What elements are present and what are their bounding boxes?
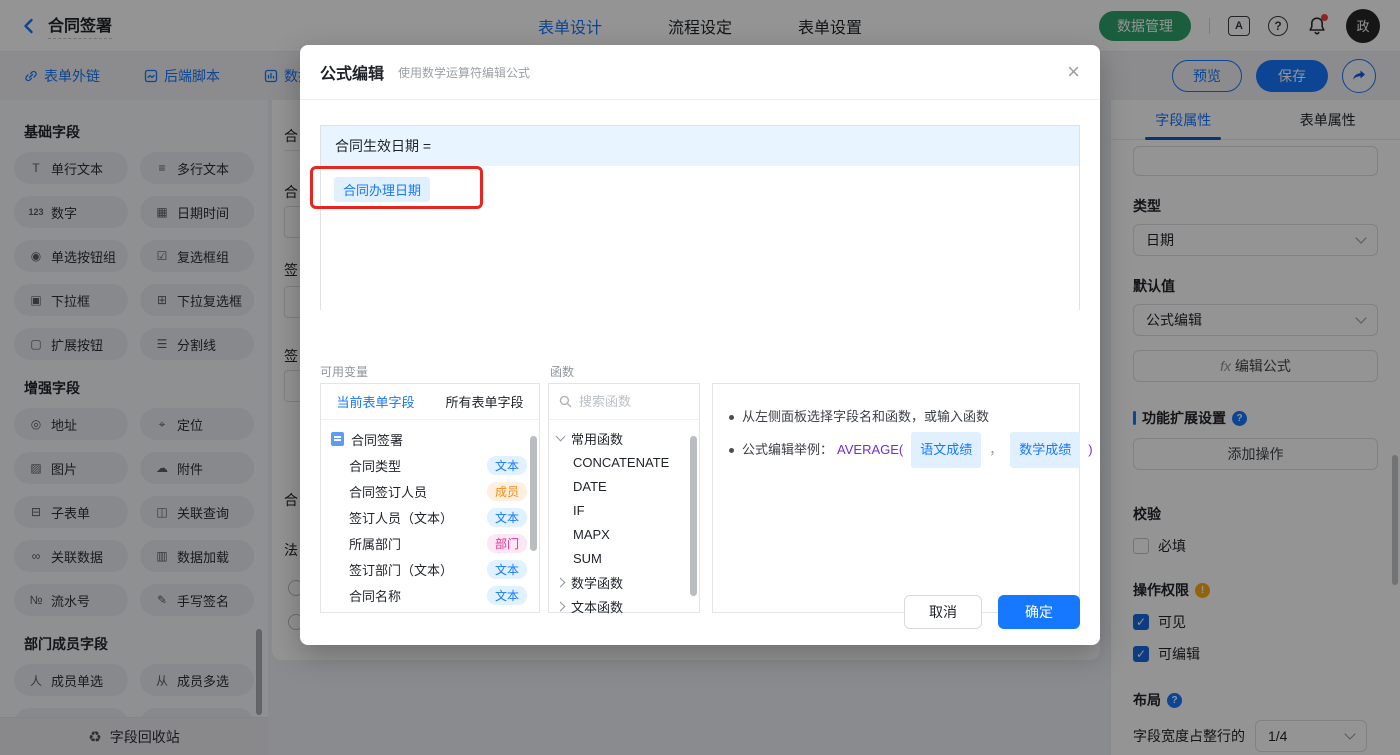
tab-all-form-fields[interactable]: 所有表单字段: [445, 392, 523, 411]
function-group-label: 文本函数: [571, 599, 624, 615]
variable-row[interactable]: 合同名称 文本: [321, 582, 539, 608]
cancel-button[interactable]: 取消: [904, 595, 982, 629]
form-doc-icon: [331, 432, 344, 446]
modal-title: 公式编辑: [320, 66, 385, 83]
variable-name: 合同签订人员: [349, 484, 428, 500]
type-badge: 文本: [486, 559, 527, 579]
variable-name: 签订人员（文本）: [349, 510, 454, 526]
example-chip: 语文成绩: [911, 432, 982, 468]
variables-tree: 合同签署 合同类型 文本 合同签订人员 成员 签订人员（文本） 文本 所属部门 部门 签…: [321, 420, 539, 614]
formula-variable-chip[interactable]: 合同办理日期: [334, 177, 431, 202]
hint-panel: 从左侧面板选择字段名和函数，或输入函数 公式编辑举例： AVERAGE( 语文成…: [712, 383, 1093, 613]
function-item-date[interactable]: DATE: [549, 474, 699, 498]
example-chip: 数学成绩: [1010, 432, 1081, 468]
tab-current-form-fields[interactable]: 当前表单字段: [336, 392, 414, 411]
tree-form-node[interactable]: 合同签署: [321, 426, 539, 452]
confirm-button[interactable]: 确定: [998, 595, 1080, 629]
type-badge: 部门: [486, 533, 527, 553]
variables-label: 可用变量: [320, 365, 369, 379]
functions-panel: 常用函数 CONCATENATE DATE IF MAPX SUM 数学函数 文…: [548, 383, 700, 615]
hint-example-prefix: 公式编辑举例：: [742, 442, 834, 457]
type-badge: 成员: [486, 481, 527, 501]
function-item-sum[interactable]: SUM: [549, 546, 699, 570]
modal-subtitle: 使用数学运算符编辑公式: [398, 65, 531, 80]
function-group-common[interactable]: 常用函数: [549, 426, 699, 450]
close-icon[interactable]: ×: [1067, 61, 1080, 83]
caret-down-icon: [555, 431, 566, 442]
functions-scrollbar-thumb[interactable]: [690, 436, 697, 596]
variable-name: 合同类型: [349, 458, 402, 474]
formula-editor-modal: 公式编辑 使用数学运算符编辑公式 × 合同生效日期 = 合同办理日期 可用变量 …: [300, 45, 1100, 645]
caret-right-icon: [555, 577, 566, 587]
functions-label: 函数: [550, 365, 575, 379]
modal-header: 公式编辑 使用数学运算符编辑公式 ×: [300, 45, 1100, 100]
example-comma: ，: [989, 442, 1003, 457]
function-item-mapx[interactable]: MAPX: [549, 522, 699, 546]
function-group-label: 数学函数: [571, 575, 624, 591]
variable-row[interactable]: 签订部门（文本） 文本: [321, 556, 539, 582]
function-tree: 常用函数 CONCATENATE DATE IF MAPX SUM 数学函数 文…: [549, 420, 699, 624]
variable-name: 合同名称: [349, 588, 402, 604]
variables-scrollbar-thumb[interactable]: [530, 436, 537, 551]
function-group-math[interactable]: 数学函数: [549, 570, 699, 594]
example-function-close: ): [1088, 442, 1093, 457]
variables-panel: 当前表单字段 所有表单字段 合同签署 合同类型 文本 合同签订人员 成员 签订人员（…: [320, 383, 540, 613]
function-item-concatenate[interactable]: CONCATENATE: [549, 450, 699, 474]
variables-tabs: 当前表单字段 所有表单字段: [321, 384, 539, 420]
search-icon: [559, 395, 572, 408]
bullet-icon: [729, 414, 734, 420]
variable-row[interactable]: 所属部门 部门: [321, 530, 539, 556]
variable-row[interactable]: 签订人员（文本） 文本: [321, 504, 539, 530]
formula-input-area[interactable]: 合同办理日期: [321, 166, 1079, 310]
variable-row[interactable]: 合同类型 文本: [321, 452, 539, 478]
app-root: 合同签署 表单设计 流程设定 表单设置 数据管理 A ? 政 表单外链 后端脚本…: [0, 0, 1400, 755]
function-group-label: 常用函数: [571, 431, 624, 447]
modal-footer: 取消 确定: [904, 595, 1080, 629]
variable-name: 所属部门: [349, 536, 402, 552]
caret-right-icon: [555, 601, 566, 611]
hint-text: 从左侧面板选择字段名和函数，或输入函数: [742, 409, 990, 424]
hint-line-1: 从左侧面板选择字段名和函数，或输入函数: [729, 402, 1063, 432]
variable-row[interactable]: 合同签订人员 成员: [321, 478, 539, 504]
formula-target: 合同生效日期 =: [321, 126, 1079, 166]
hint-line-2: 公式编辑举例： AVERAGE( 语文成绩 ， 数学成绩 ): [729, 432, 1093, 468]
function-search: [549, 384, 699, 420]
type-badge: 文本: [486, 585, 527, 605]
type-badge: 文本: [486, 507, 527, 527]
bullet-icon: [729, 447, 734, 453]
example-function-open: AVERAGE(: [837, 442, 904, 457]
formula-editor-box: 合同生效日期 = 合同办理日期: [320, 125, 1080, 310]
type-badge: 文本: [486, 455, 527, 475]
form-node-label: 合同签署: [351, 432, 404, 448]
variable-name: 签订部门（文本）: [349, 562, 454, 578]
function-search-input[interactable]: [579, 394, 679, 409]
function-item-if[interactable]: IF: [549, 498, 699, 522]
function-group-text[interactable]: 文本函数: [549, 594, 699, 618]
